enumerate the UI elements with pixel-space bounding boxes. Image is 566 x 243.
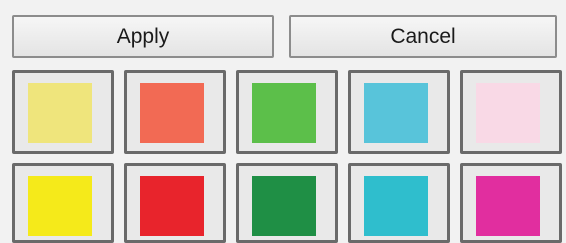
- color-swatch-button[interactable]: [124, 70, 226, 154]
- color-swatch: [252, 83, 316, 143]
- color-swatch: [140, 176, 204, 236]
- color-swatch: [140, 83, 204, 143]
- apply-button[interactable]: Apply: [12, 15, 274, 58]
- color-swatch: [476, 176, 540, 236]
- color-swatch: [476, 83, 540, 143]
- color-swatch: [364, 176, 428, 236]
- color-swatch-button[interactable]: [348, 70, 450, 154]
- color-swatch: [28, 176, 92, 236]
- color-swatch: [252, 176, 316, 236]
- color-swatch-button[interactable]: [460, 70, 562, 154]
- color-picker-panel: Apply Cancel: [0, 0, 566, 243]
- color-swatch: [28, 83, 92, 143]
- cancel-button[interactable]: Cancel: [289, 15, 557, 58]
- color-swatch-button[interactable]: [460, 163, 562, 243]
- color-swatch: [364, 83, 428, 143]
- color-swatch-button[interactable]: [12, 70, 114, 154]
- color-swatch-button[interactable]: [124, 163, 226, 243]
- color-swatch-button[interactable]: [12, 163, 114, 243]
- color-swatch-button[interactable]: [348, 163, 450, 243]
- color-swatch-button[interactable]: [236, 163, 338, 243]
- color-swatch-button[interactable]: [236, 70, 338, 154]
